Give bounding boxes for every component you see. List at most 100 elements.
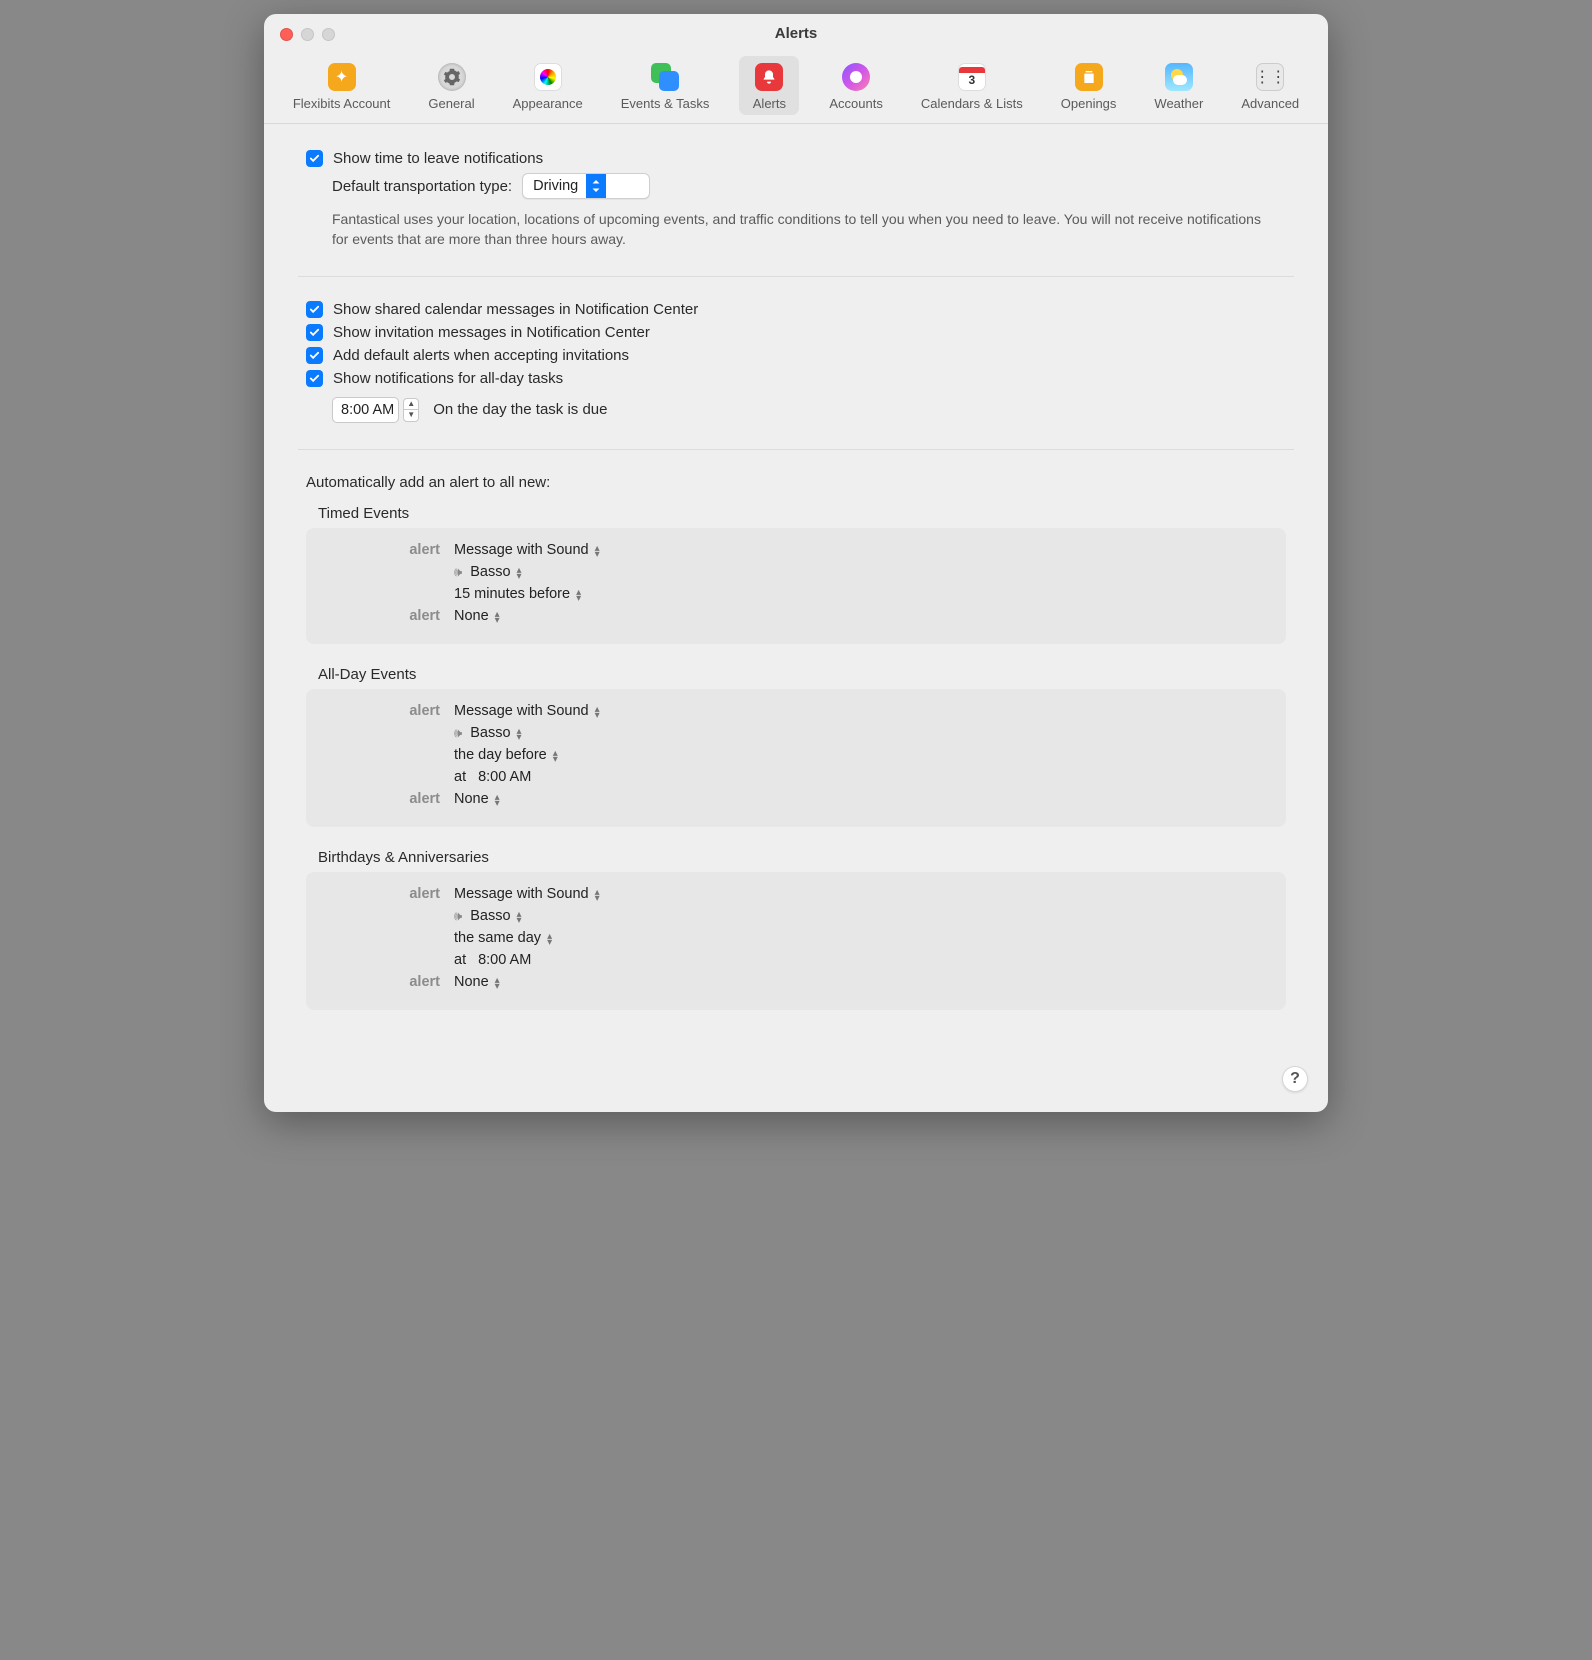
chevron-updown-icon: ▴▾: [595, 888, 600, 900]
default-transport-select[interactable]: Driving: [522, 173, 650, 199]
chevron-updown-icon: ▴▾: [495, 976, 500, 988]
alert-row-label: alert: [324, 886, 454, 902]
alert-row: alertNone▴▾: [324, 791, 1268, 807]
alert-value-select[interactable]: 15 minutes before ▴▾: [454, 586, 581, 602]
allday-task-when-label: On the day the task is due: [433, 401, 607, 418]
tab-calendars-lists[interactable]: 3 Calendars & Lists: [913, 56, 1031, 115]
close-window-button[interactable]: [280, 28, 293, 41]
preferences-window: Alerts ✦ Flexibits Account General Appea…: [264, 14, 1328, 1112]
show-shared-messages-row: Show shared calendar messages in Notific…: [306, 301, 1286, 318]
allday-task-time-row: 8:00 AM ▲ ▼ On the day the task is due: [332, 397, 1286, 423]
alert-value-text: 15 minutes before: [454, 586, 570, 602]
alert-value-select[interactable]: Message with Sound ▴▾: [454, 886, 600, 902]
divider: [298, 276, 1294, 277]
show-shared-messages-checkbox[interactable]: [306, 301, 323, 318]
alert-value-text: Basso: [470, 908, 510, 924]
tab-label: Alerts: [753, 96, 786, 111]
alert-row: the same day ▴▾: [324, 930, 1268, 946]
events-tasks-icon: [651, 63, 679, 91]
chevron-updown-icon: ▴▾: [576, 588, 581, 600]
alert-value-select[interactable]: None▴▾: [454, 608, 500, 624]
alert-row: 15 minutes before ▴▾: [324, 586, 1268, 602]
chevron-updown-icon: ▴▾: [547, 932, 552, 944]
alert-value-select[interactable]: 🕪Basso▴▾: [454, 725, 522, 741]
alert-row-label: alert: [324, 542, 454, 558]
alert-value-text: Message with Sound: [454, 703, 589, 719]
alert-row: alertNone▴▾: [324, 608, 1268, 624]
tab-events-tasks[interactable]: Events & Tasks: [613, 56, 718, 115]
sound-icon: 🕪: [454, 908, 462, 924]
tab-label: Calendars & Lists: [921, 96, 1023, 111]
chevron-updown-icon: ▴▾: [517, 910, 522, 922]
chevron-updown-icon: ▴▾: [517, 727, 522, 739]
tab-accounts[interactable]: Accounts: [821, 56, 890, 115]
show-time-to-leave-row: Show time to leave notifications: [306, 150, 1286, 167]
checkbox-label: Show shared calendar messages in Notific…: [333, 301, 698, 318]
checkbox-label: Show notifications for all-day tasks: [333, 370, 563, 387]
tab-alerts[interactable]: Alerts: [739, 56, 799, 115]
alert-row: alertMessage with Sound ▴▾: [324, 886, 1268, 902]
show-time-to-leave-checkbox[interactable]: [306, 150, 323, 167]
allday-task-time-field[interactable]: 8:00 AM: [332, 397, 399, 423]
alert-time-value: at8:00 AM: [454, 952, 531, 968]
alert-time-prefix: at: [454, 769, 466, 785]
alert-value-select[interactable]: Message with Sound ▴▾: [454, 703, 600, 719]
show-allday-task-notifications-checkbox[interactable]: [306, 370, 323, 387]
calendar-icon: 3: [958, 63, 986, 91]
tab-flexibits-account[interactable]: ✦ Flexibits Account: [285, 56, 399, 115]
tab-advanced[interactable]: ⋮⋮ Advanced: [1233, 56, 1307, 115]
auto-alerts-title: Automatically add an alert to all new:: [306, 474, 1286, 491]
chevron-updown-icon: ▴▾: [495, 610, 500, 622]
alert-row: alertNone▴▾: [324, 974, 1268, 990]
time-stepper[interactable]: ▲ ▼: [403, 398, 419, 422]
alert-value-select[interactable]: None▴▾: [454, 791, 500, 807]
tab-general[interactable]: General: [420, 56, 482, 115]
chevron-updown-icon: ▴▾: [595, 544, 600, 556]
alert-value-select[interactable]: 🕪Basso▴▾: [454, 564, 522, 580]
alert-value-text: None: [454, 791, 489, 807]
alert-value-text: Message with Sound: [454, 542, 589, 558]
alert-value-select[interactable]: the same day ▴▾: [454, 930, 552, 946]
alert-value-text: None: [454, 974, 489, 990]
advanced-icon: ⋮⋮: [1256, 63, 1284, 91]
tab-label: Weather: [1154, 96, 1203, 111]
alert-value-text: Message with Sound: [454, 886, 589, 902]
alert-row: at8:00 AM: [324, 769, 1268, 785]
chevron-down-icon: ▼: [404, 410, 418, 421]
alert-group-card: alertMessage with Sound▴▾🕪Basso▴▾the sam…: [306, 872, 1286, 1010]
tab-openings[interactable]: Openings: [1053, 56, 1125, 115]
minimize-window-button[interactable]: [301, 28, 314, 41]
tab-label: Events & Tasks: [621, 96, 710, 111]
tab-appearance[interactable]: Appearance: [505, 56, 591, 115]
alert-row-label: alert: [324, 791, 454, 807]
checkbox-label: Show invitation messages in Notification…: [333, 324, 650, 341]
alert-value-select[interactable]: 🕪 Basso ▴▾: [454, 908, 522, 924]
show-invitation-messages-checkbox[interactable]: [306, 324, 323, 341]
help-label: ?: [1290, 1070, 1300, 1088]
add-default-alerts-row: Add default alerts when accepting invita…: [306, 347, 1286, 364]
chevron-updown-icon: [586, 174, 606, 198]
openings-icon: [1075, 63, 1103, 91]
preferences-toolbar: ✦ Flexibits Account General Appearance E…: [264, 52, 1328, 124]
alert-row-label: alert: [324, 703, 454, 719]
alert-group-card: alertMessage with Sound ▴▾ 🕪Basso▴▾ 15 minu…: [306, 528, 1286, 644]
tab-label: Flexibits Account: [293, 96, 391, 111]
alert-value-select[interactable]: Message with Sound ▴▾: [454, 542, 600, 558]
zoom-window-button[interactable]: [322, 28, 335, 41]
alert-value-select[interactable]: None ▴▾: [454, 974, 500, 990]
alert-row: at8:00 AM: [324, 952, 1268, 968]
tab-label: Accounts: [829, 96, 882, 111]
alert-group-card: alertMessage with Sound▴▾🕪Basso▴▾the day…: [306, 689, 1286, 827]
alert-row: 🕪Basso▴▾: [324, 564, 1268, 580]
chevron-updown-icon: ▴▾: [595, 705, 600, 717]
alert-value-text: Basso: [470, 564, 510, 580]
alert-row: alertMessage with Sound ▴▾: [324, 542, 1268, 558]
alert-value-text: the same day: [454, 930, 541, 946]
tab-weather[interactable]: Weather: [1146, 56, 1211, 115]
help-button[interactable]: ?: [1282, 1066, 1308, 1092]
alert-value-select[interactable]: the day before▴▾: [454, 747, 558, 763]
alert-value-text: Basso: [470, 725, 510, 741]
gear-icon: [438, 63, 466, 91]
alert-group-title: Birthdays & Anniversaries: [318, 849, 1286, 866]
add-default-alerts-checkbox[interactable]: [306, 347, 323, 364]
